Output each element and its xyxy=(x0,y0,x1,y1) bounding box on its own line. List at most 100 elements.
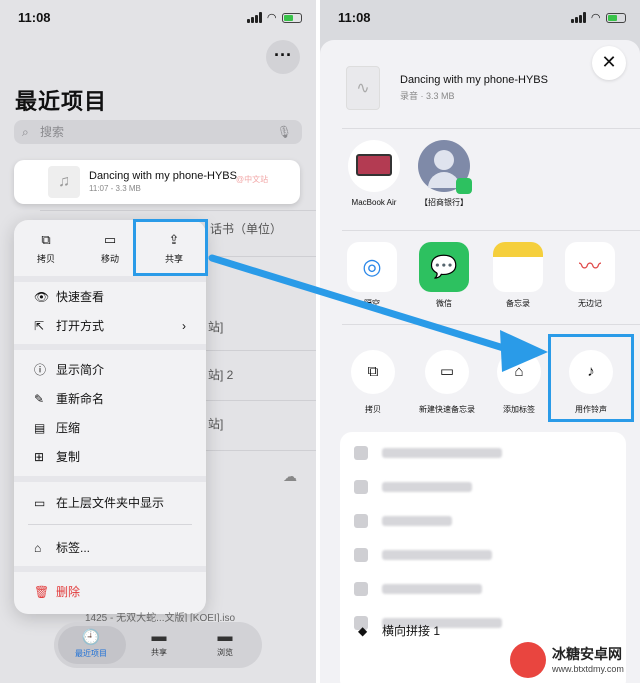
search-input[interactable]: ⌕ 搜索 🎙 xyxy=(14,120,302,144)
tab-label: 浏览 xyxy=(217,648,233,657)
share-sheet-pane: 11:08 ◠ ∿ Dancing with my phone-HYBS 录音 … xyxy=(320,0,640,683)
microphone-icon[interactable]: 🎙 xyxy=(277,120,292,144)
menu-duplicate[interactable]: ⊞ 复制 xyxy=(34,446,192,468)
open-icon: ⇱ xyxy=(34,319,45,333)
chevron-right-icon: › xyxy=(182,319,186,333)
wechat-icon: 💬 xyxy=(419,242,469,292)
copy-label: 拷贝 xyxy=(36,254,55,264)
app-notes[interactable]: 备忘录 xyxy=(490,242,546,309)
tag-icon: ⌂ xyxy=(497,350,541,394)
action-stitch[interactable]: ◆ 横向拼接 1 xyxy=(358,622,440,639)
menu-rename[interactable]: ✎ 重新命名 xyxy=(34,388,192,410)
target-label: MacBook Air xyxy=(351,198,397,207)
app-airdrop[interactable]: ◎ 隔空 xyxy=(344,242,400,309)
tab-label: 最近项目 xyxy=(75,649,107,658)
action-label: 拷贝 xyxy=(365,405,381,414)
eye-icon: 👁 xyxy=(34,290,50,304)
search-icon: ⌕ xyxy=(22,125,29,139)
list-item: 站] 2 xyxy=(208,368,234,382)
list-item[interactable] xyxy=(354,438,612,468)
battery-icon xyxy=(282,12,302,23)
cellular-icon xyxy=(570,12,586,23)
archive-icon: ▤ xyxy=(34,421,46,435)
more-button[interactable]: ··· xyxy=(266,40,300,74)
app-label: 隔空 xyxy=(364,299,380,308)
page-title: 最近项目 xyxy=(15,89,108,114)
watermark-url: www.btxtdmy.com xyxy=(552,664,624,674)
folder-icon: ▬ xyxy=(217,628,233,645)
list-item[interactable] xyxy=(354,472,612,502)
menu-show-in-folder[interactable]: ▭ 在上层文件夹中显示 xyxy=(34,492,192,514)
divider xyxy=(14,276,206,282)
avatar xyxy=(418,140,472,194)
copy-action[interactable]: ⧉ 拷贝 xyxy=(14,220,78,274)
wifi-icon: ◠ xyxy=(591,12,600,24)
action-copy[interactable]: ⧉ 拷贝 xyxy=(338,350,408,415)
target-label: 【招商银行】 xyxy=(420,198,468,207)
divider xyxy=(14,344,206,350)
tab-shared[interactable]: ▬ 共享 xyxy=(134,628,184,658)
copy-icon: ⧉ xyxy=(41,232,51,247)
files-left-pane: 11:08 ◠ ··· 最近项目 ⌕ 搜索 🎙 话书（单位） 站] 站] 2 站… xyxy=(0,0,316,683)
menu-label: 压缩 xyxy=(56,421,81,435)
status-icons: ◠ xyxy=(570,11,626,24)
divider xyxy=(342,230,640,231)
app-wechat[interactable]: 💬 微信 xyxy=(416,242,472,309)
shared-folder-icon: ▬ xyxy=(151,628,167,645)
action-label: 横向拼接 1 xyxy=(382,624,441,638)
ringtone-highlight-box xyxy=(548,334,634,422)
search-placeholder: 搜索 xyxy=(40,125,65,139)
folder-icon: ▭ xyxy=(34,496,46,510)
app-label: 备忘录 xyxy=(506,299,530,308)
divider xyxy=(28,524,192,525)
airdrop-target-macbook[interactable]: MacBook Air xyxy=(344,140,404,208)
status-time: 11:08 xyxy=(18,10,51,25)
notes-icon xyxy=(493,242,543,292)
context-menu: ⧉ 拷贝 ▭ 移动 ⇪ 共享 👁 快速查看 ⇱ 打开方式 › ⓘ 显示简介 ✎ 重新命名 ▤ 压缩… xyxy=(14,220,206,614)
messages-icon xyxy=(456,178,472,194)
clock-icon: 🕘 xyxy=(81,629,101,646)
tab-recents[interactable]: 🕘 最近项目 xyxy=(66,628,116,659)
message-target-bank[interactable]: 【招商银行】 xyxy=(414,140,474,208)
menu-compress[interactable]: ▤ 压缩 xyxy=(34,417,192,439)
freeform-icon: 〰 xyxy=(565,242,615,292)
action-quick-note[interactable]: ▭ 新建快速备忘录 xyxy=(412,350,482,415)
trash-icon: 🗑 xyxy=(34,585,50,599)
tab-bar: 🕘 最近项目 ▬ 共享 ▬ 浏览 xyxy=(54,622,262,668)
status-bar: 11:08 ◠ xyxy=(18,10,302,28)
menu-get-info[interactable]: ⓘ 显示简介 xyxy=(34,359,192,381)
status-time: 11:08 xyxy=(338,10,371,25)
status-icons: ◠ xyxy=(246,11,302,24)
menu-quick-look[interactable]: 👁 快速查看 xyxy=(34,286,192,308)
stack-icon: ◆ xyxy=(358,624,368,638)
list-item[interactable] xyxy=(354,540,612,570)
action-label: 添加标签 xyxy=(503,405,535,414)
battery-icon xyxy=(606,12,626,23)
menu-open-with[interactable]: ⇱ 打开方式 › xyxy=(34,315,192,337)
list-item[interactable] xyxy=(354,506,612,536)
menu-label: 删除 xyxy=(56,585,81,599)
list-item[interactable] xyxy=(354,574,612,604)
tab-browse[interactable]: ▬ 浏览 xyxy=(200,628,250,658)
cloud-download-icon[interactable]: ☁ xyxy=(283,468,297,485)
status-bar: 11:08 ◠ xyxy=(338,10,626,28)
tag-icon: ⌂ xyxy=(34,541,42,555)
menu-tags[interactable]: ⌂ 标签... xyxy=(34,537,192,559)
share-highlight-box xyxy=(133,219,208,276)
pencil-icon: ✎ xyxy=(34,392,45,406)
file-meta: 11:07 - 3.3 MB xyxy=(89,184,141,193)
copy-icon: ⧉ xyxy=(351,350,395,394)
selected-file-card[interactable]: ♫ Dancing with my phone-HYBS 11:07 - 3.3… xyxy=(14,160,300,204)
airdrop-icon: ◎ xyxy=(347,242,397,292)
menu-label: 显示简介 xyxy=(56,363,105,377)
menu-delete[interactable]: 🗑 删除 xyxy=(34,581,192,603)
sheet-file-meta: 录音 · 3.3 MB xyxy=(400,91,455,101)
app-freeform[interactable]: 〰无边记 xyxy=(562,242,618,309)
divider xyxy=(40,210,316,211)
list-item: 站] xyxy=(208,417,224,431)
close-button[interactable]: ✕ xyxy=(592,46,626,80)
divider xyxy=(14,476,206,482)
app-label: 微信 xyxy=(436,299,452,308)
sheet-file-name: Dancing with my phone-HYBS xyxy=(400,74,548,86)
action-add-tags[interactable]: ⌂ 添加标签 xyxy=(484,350,554,415)
